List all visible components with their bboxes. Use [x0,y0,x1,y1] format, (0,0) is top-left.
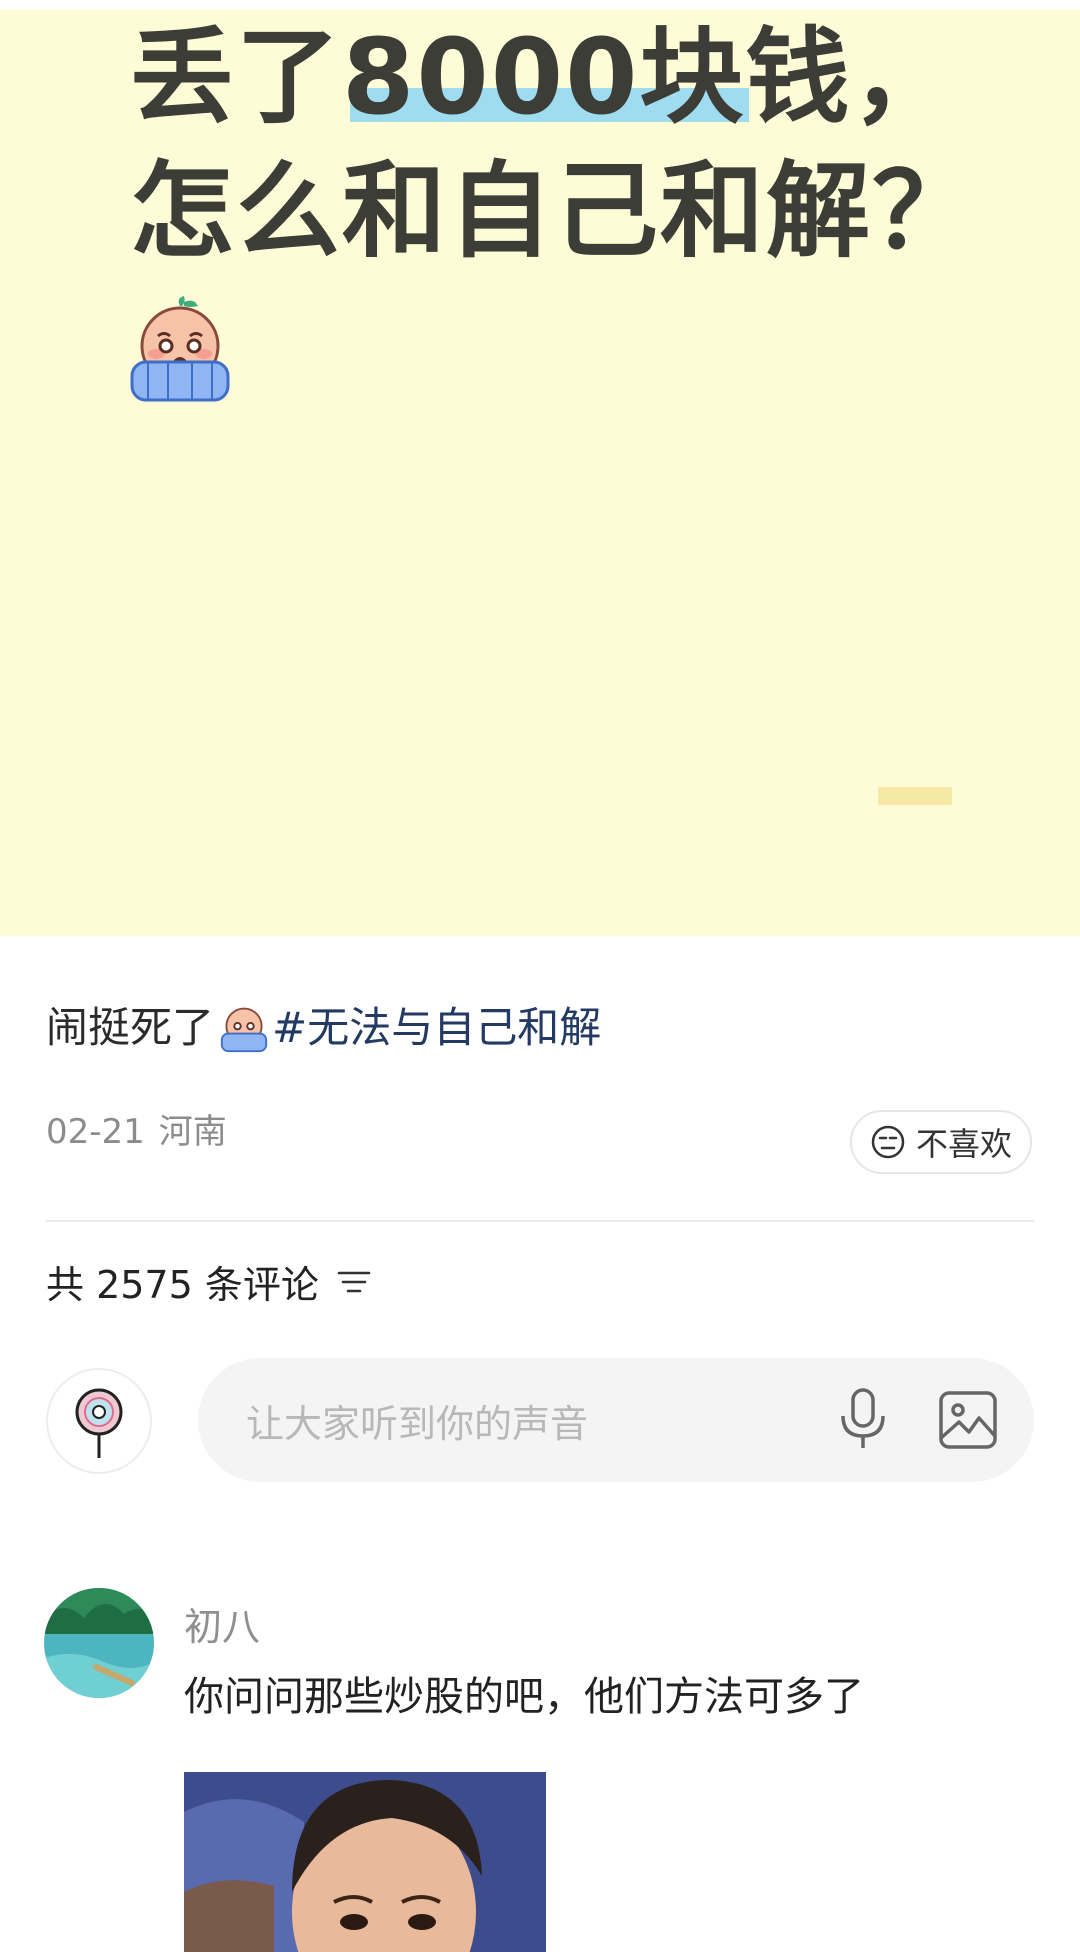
portrait-photo [184,1772,546,1952]
dislike-button[interactable]: 不喜欢 [850,1110,1032,1174]
microphone-icon[interactable] [838,1388,888,1452]
sort-lines-icon[interactable] [337,1267,371,1297]
caption-text: 闹挺死了 [46,1003,215,1052]
post-caption: 闹挺死了 #无法与自己和解 [46,996,601,1060]
crying-emoji-icon [130,296,230,402]
post-date: 02-21 [46,1112,145,1152]
hashtag-link[interactable]: #无法与自己和解 [272,996,601,1060]
commenter-name[interactable]: 初八 [184,1596,260,1651]
slide-indicator [878,787,952,805]
comments-header: 共 2575 条评论 [46,1254,371,1309]
comment-input[interactable]: 让大家听到你的声音 [198,1358,1034,1482]
dislike-label: 不喜欢 [915,1125,1012,1163]
post-location: 河南 [158,1112,227,1152]
comments-count: 共 2575 条评论 [46,1263,319,1307]
post-image[interactable]: 丢了8000块钱， 怎么和自己和解？ [0,10,1080,936]
divider [46,1220,1034,1222]
post-meta: 02-21 河南 [46,1104,227,1153]
crying-emoji-icon [220,1007,268,1053]
image-icon[interactable] [938,1390,998,1450]
neutral-face-icon [871,1125,905,1159]
comment-attached-image[interactable] [184,1772,546,1952]
lollipop-avatar-icon [75,1388,123,1458]
landscape-avatar-icon [44,1588,154,1698]
comment-text: 你问问那些炒股的吧，他们方法可多了 [184,1674,864,1720]
commenter-avatar[interactable] [44,1588,154,1698]
comment-input-placeholder: 让大家听到你的声音 [246,1401,589,1446]
title-highlight: 8000块 [342,10,750,144]
title-line-1: 丢了8000块钱， [130,10,978,144]
post-image-title: 丢了8000块钱， 怎么和自己和解？ [130,10,978,278]
title-line-2: 怎么和自己和解？ [130,150,979,272]
current-user-avatar[interactable] [46,1368,152,1474]
